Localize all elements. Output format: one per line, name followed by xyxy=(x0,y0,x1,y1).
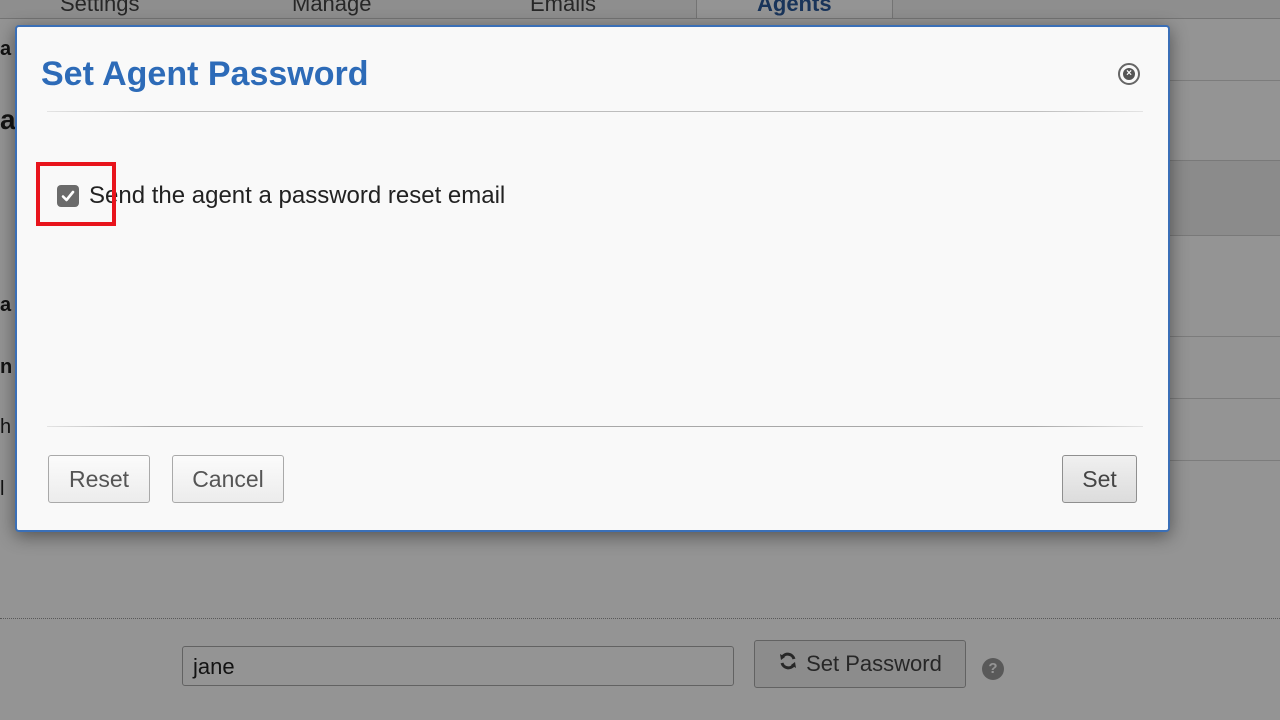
dialog-header-divider xyxy=(47,111,1143,112)
close-circle-icon[interactable]: × xyxy=(1118,63,1140,85)
reset-button[interactable]: Reset xyxy=(48,455,150,503)
send-reset-email-checkbox[interactable] xyxy=(57,185,79,207)
dialog-footer-divider xyxy=(47,426,1143,427)
set-agent-password-dialog: Set Agent Password × Send the agent a pa… xyxy=(15,25,1170,532)
dialog-title: Set Agent Password xyxy=(41,55,369,93)
set-button[interactable]: Set xyxy=(1062,455,1137,503)
checkmark-icon xyxy=(61,190,75,202)
send-reset-email-row: Send the agent a password reset email xyxy=(57,182,505,210)
send-reset-email-label[interactable]: Send the agent a password reset email xyxy=(89,182,505,210)
cancel-button[interactable]: Cancel xyxy=(172,455,284,503)
